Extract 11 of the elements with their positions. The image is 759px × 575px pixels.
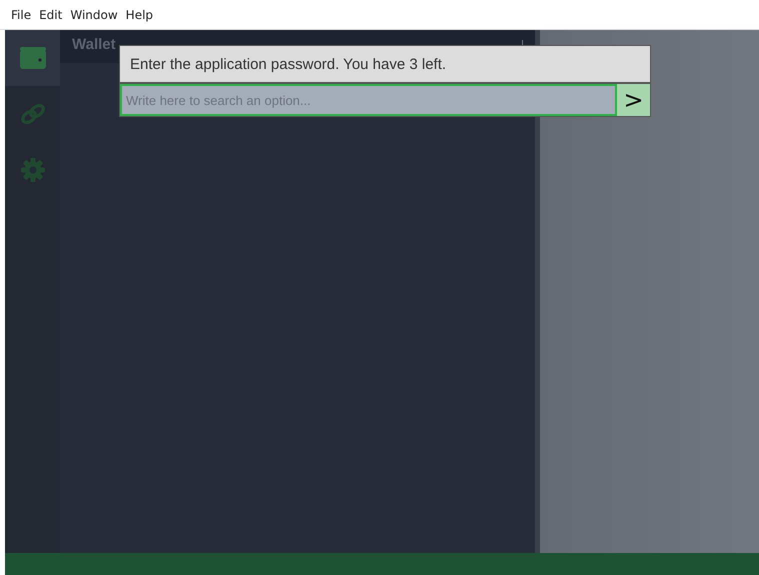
panel-title: Wallet [72, 36, 116, 53]
link-icon [20, 103, 46, 125]
menu-item[interactable]: Edit [39, 8, 62, 22]
menu-item[interactable]: File [11, 8, 32, 22]
menu-item[interactable]: Help [126, 8, 154, 22]
menu-item[interactable]: Window [70, 8, 118, 22]
sidebar-item[interactable] [5, 30, 60, 86]
gear-icon [20, 157, 46, 183]
submit-button[interactable]: > [617, 84, 650, 116]
wallet-icon [18, 46, 46, 70]
password-field[interactable]: Write here to search an option... [120, 84, 617, 116]
